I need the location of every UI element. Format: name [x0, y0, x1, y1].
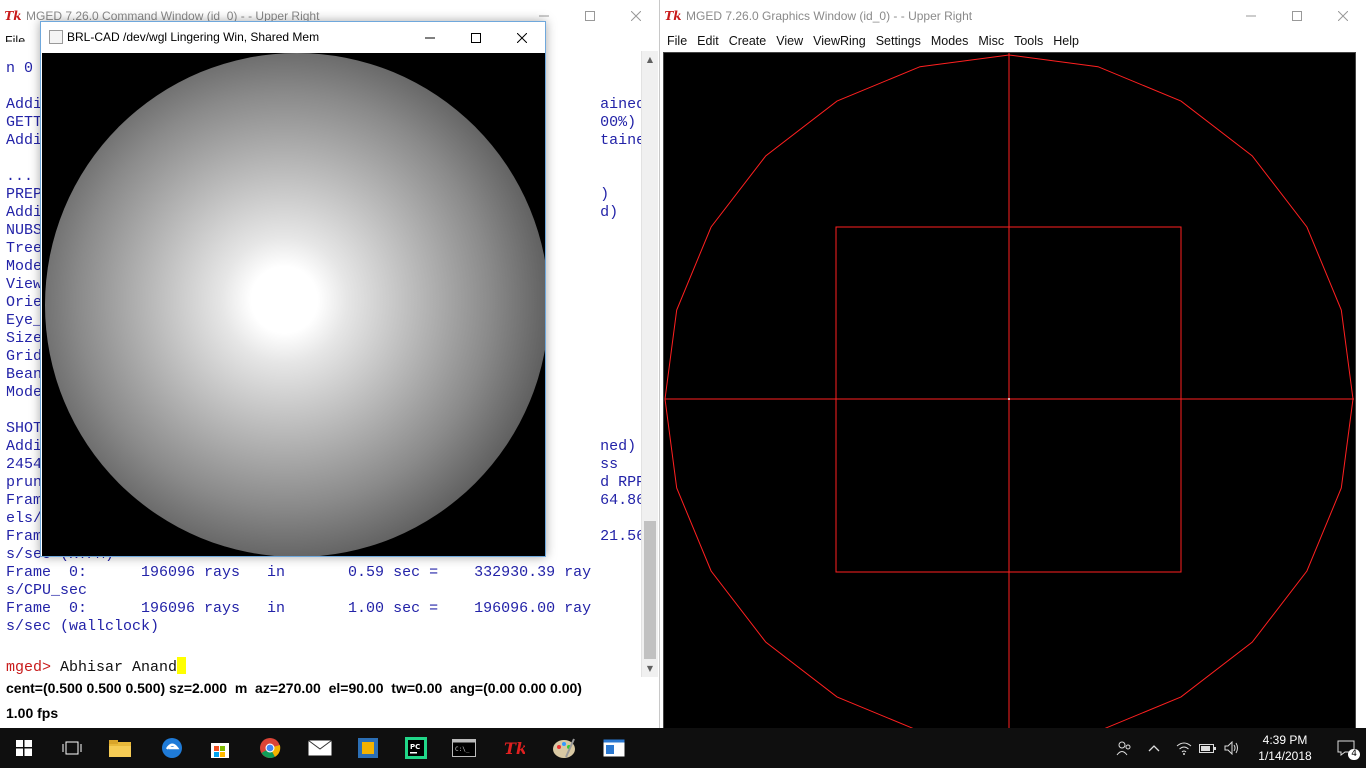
command-input[interactable]: Abhisar Anand: [60, 659, 177, 676]
start-icon: [16, 740, 32, 756]
rendered-sphere: [45, 53, 545, 556]
chrome-icon: [260, 738, 281, 758]
terminal-icon: C:\_: [452, 739, 476, 757]
menu-viewring[interactable]: ViewRing: [808, 34, 871, 48]
menu-modes[interactable]: Modes: [926, 34, 974, 48]
tk-button[interactable]: Tk: [490, 728, 538, 768]
taskbar: PC C:\_ Tk 4:39 PM 1/14/2018 4: [0, 728, 1366, 768]
minimize-icon: [425, 37, 435, 38]
task-view-button[interactable]: [48, 728, 96, 768]
prompt-label: mged>: [6, 659, 52, 676]
pycharm-icon: PC: [405, 737, 427, 759]
close-button[interactable]: [1320, 0, 1366, 31]
raytrace-window-titlebar[interactable]: BRL-CAD /dev/wgl Lingering Win, Shared M…: [41, 22, 545, 52]
maximize-button[interactable]: [1274, 0, 1320, 31]
close-icon: [517, 32, 527, 43]
output-line: Frame 0: 196096 rays in 0.59 sec = 33293…: [6, 564, 592, 581]
menu-file[interactable]: File: [662, 34, 692, 48]
clock[interactable]: 4:39 PM 1/14/2018: [1244, 732, 1326, 764]
clock-date: 1/14/2018: [1258, 749, 1312, 763]
app-icon: [358, 738, 378, 758]
close-button[interactable]: [613, 0, 659, 31]
raytrace-window-title: BRL-CAD /dev/wgl Lingering Win, Shared M…: [67, 30, 320, 44]
graphics-window-title: MGED 7.26.0 Graphics Window (id_0) - - U…: [686, 8, 973, 23]
app-window-icon: [603, 739, 625, 757]
raytrace-canvas[interactable]: [42, 53, 545, 556]
clock-time: 4:39 PM: [1262, 733, 1308, 747]
notification-center-icon[interactable]: 4: [1326, 728, 1366, 768]
notification-count: 4: [1348, 749, 1360, 760]
maximize-icon: [471, 32, 481, 43]
maximize-icon: [1292, 10, 1302, 21]
tk-icon: Tk: [504, 739, 525, 758]
chevron-up-icon[interactable]: [1136, 728, 1172, 768]
menu-misc[interactable]: Misc: [973, 34, 1009, 48]
minimize-icon: [539, 15, 549, 16]
window-app-icon: [49, 30, 63, 44]
svg-text:Tk: Tk: [504, 739, 525, 758]
menu-view[interactable]: View: [771, 34, 808, 48]
battery-icon[interactable]: [1196, 728, 1220, 768]
volume-icon[interactable]: [1220, 728, 1244, 768]
text-cursor: [177, 657, 187, 674]
scroll-down-icon[interactable]: ▼: [642, 660, 658, 677]
edge-button[interactable]: [148, 728, 196, 768]
wireframe-view: [664, 53, 1354, 745]
terminal-button[interactable]: C:\_: [440, 728, 488, 768]
menu-help[interactable]: Help: [1048, 34, 1084, 48]
minimize-button[interactable]: [407, 22, 453, 53]
people-icon[interactable]: [1112, 728, 1136, 768]
menu-settings[interactable]: Settings: [871, 34, 926, 48]
minimize-button[interactable]: [1228, 0, 1274, 31]
scroll-thumb[interactable]: [644, 521, 656, 659]
close-icon: [631, 10, 641, 21]
fps-status: 1.00 fps: [6, 705, 59, 721]
maximize-icon: [585, 10, 595, 21]
file-explorer-icon: [109, 740, 131, 757]
start-button[interactable]: [0, 728, 48, 768]
output-line: Frame 0: 196096 rays in 1.00 sec = 19609…: [6, 600, 592, 617]
raytrace-window: BRL-CAD /dev/wgl Lingering Win, Shared M…: [40, 21, 546, 557]
view-status-line: cent=(0.500 0.500 0.500) sz=2.000 m az=2…: [6, 680, 582, 696]
menu-edit[interactable]: Edit: [692, 34, 724, 48]
edge-icon: [162, 738, 182, 758]
app-button[interactable]: [344, 728, 392, 768]
maximize-button[interactable]: [453, 22, 499, 53]
file-explorer-button[interactable]: [96, 728, 144, 768]
store-icon: [211, 743, 229, 758]
command-prompt-line[interactable]: mged> Abhisar Anand: [6, 657, 187, 676]
app-window-button[interactable]: [590, 728, 638, 768]
scroll-up-icon[interactable]: ▲: [642, 51, 658, 68]
svg-text:PC: PC: [410, 743, 420, 751]
close-icon: [1338, 10, 1348, 21]
output-line: s/sec (wallclock): [6, 618, 160, 635]
tk-logo-icon: Tk: [4, 8, 22, 23]
menu-tools[interactable]: Tools: [1009, 34, 1048, 48]
task-view-icon: [62, 741, 82, 755]
output-line: s/CPU_sec: [6, 582, 88, 599]
paint-button[interactable]: [540, 728, 588, 768]
graphics-viewport[interactable]: [663, 52, 1356, 748]
pycharm-button[interactable]: PC: [392, 728, 440, 768]
view-center-dot: [1008, 398, 1010, 400]
wifi-icon[interactable]: [1172, 728, 1196, 768]
paint-icon: [553, 738, 575, 758]
chrome-button[interactable]: [246, 728, 294, 768]
maximize-button[interactable]: [567, 0, 613, 31]
mail-button[interactable]: [296, 728, 344, 768]
tk-logo-icon: Tk: [664, 8, 682, 23]
svg-text:C:\_: C:\_: [455, 746, 470, 753]
mail-icon: [308, 740, 332, 756]
graphics-window-titlebar[interactable]: Tk MGED 7.26.0 Graphics Window (id_0) - …: [660, 0, 1366, 31]
graphics-menubar: File Edit Create View ViewRing Settings …: [660, 31, 1366, 51]
close-button[interactable]: [499, 22, 545, 53]
graphics-window: Tk MGED 7.26.0 Graphics Window (id_0) - …: [660, 0, 1366, 748]
system-tray: 4:39 PM 1/14/2018 4: [1112, 728, 1366, 768]
output-scrollbar[interactable]: ▲ ▼: [641, 51, 658, 677]
minimize-icon: [1246, 15, 1256, 16]
menu-create[interactable]: Create: [724, 34, 772, 48]
store-button[interactable]: [196, 728, 244, 768]
